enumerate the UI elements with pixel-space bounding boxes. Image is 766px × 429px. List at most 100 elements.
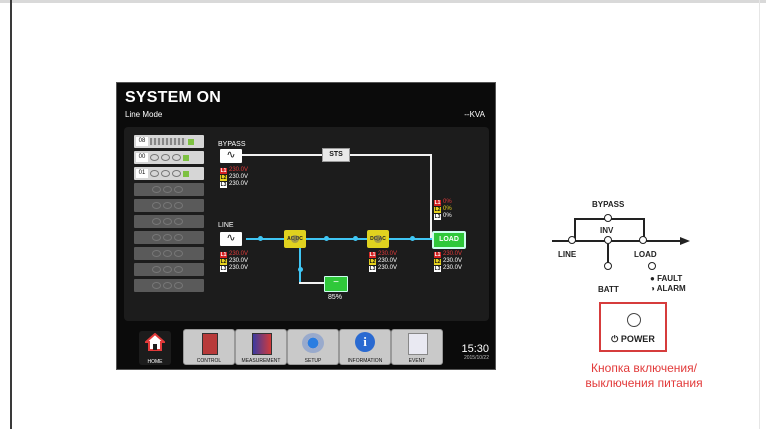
flow-dot	[353, 236, 358, 241]
flow-dot	[324, 236, 329, 241]
mimic-panel: 08 00 01 BYPASS ∿ STS L1 230.0V L2 230.0V …	[124, 127, 489, 321]
voltage-value: 230.0V	[229, 181, 249, 187]
information-button[interactable]: i INFORMATION	[339, 329, 391, 365]
alarm-text: ALARM	[656, 284, 686, 293]
rectifier-icon[interactable]: AC|DC	[284, 230, 306, 248]
voltage-value: 230.0V	[378, 258, 398, 264]
module-row[interactable]	[134, 279, 204, 292]
module-fan-icon	[172, 154, 181, 161]
setup-button[interactable]: SETUP	[287, 329, 339, 365]
load-button[interactable]: LOAD	[432, 231, 466, 249]
power-label: ⏻ POWER	[601, 334, 665, 345]
control-button[interactable]: CONTROL	[183, 329, 235, 365]
module-row[interactable]	[134, 231, 204, 244]
window-left-border	[10, 0, 12, 429]
power-icon: ⏻	[611, 334, 619, 344]
measurement-button[interactable]: MEASUREMENT	[235, 329, 287, 365]
module-fan-icon	[174, 250, 183, 257]
clock-time: 15:30	[461, 343, 489, 355]
phase-tag: L1	[220, 167, 227, 174]
bypass-indicator-label: BYPASS	[592, 200, 625, 209]
home-button[interactable]: HOME	[139, 331, 171, 365]
sts-button[interactable]: STS	[322, 148, 350, 162]
phase-tag: L2	[434, 258, 441, 265]
clock-date: 2015/10/22	[463, 355, 489, 361]
module-fan-icon	[174, 282, 183, 289]
voltage-value: 230.0V	[378, 251, 398, 257]
phase-tag: L1	[220, 251, 227, 258]
module-id: 08	[136, 137, 148, 146]
batt-led	[604, 262, 612, 270]
bypass-label: BYPASS	[218, 141, 246, 148]
load-percents: L1 0% L2 0% L3 0%	[434, 199, 452, 220]
module-fan-icon	[163, 202, 172, 209]
module-fan-icon	[174, 266, 183, 273]
module-fan-icon	[163, 266, 172, 273]
battery-percent: 85%	[328, 294, 343, 301]
phase-tag: L1	[434, 251, 441, 258]
module-fan-icon	[152, 282, 161, 289]
module-fan-icon	[174, 218, 183, 225]
phase-tag: L1	[369, 251, 376, 258]
fault-indicator-label: ● FAULT	[650, 274, 683, 283]
load-voltages: L1 230.0V L2 230.0V L3 230.0V	[434, 251, 462, 272]
phase-tag: L3	[220, 181, 227, 188]
module-row[interactable]: 00	[134, 151, 204, 164]
info-icon: i	[355, 332, 375, 352]
phase-tag: L2	[220, 174, 227, 181]
alarm-indicator-label: ◑ ALARM	[650, 284, 686, 293]
module-row[interactable]	[134, 247, 204, 260]
voltage-value: 230.0V	[229, 251, 249, 257]
inv-led	[604, 236, 612, 244]
phase-tag: L2	[434, 206, 441, 213]
module-row[interactable]	[134, 199, 204, 212]
bypass-wave-icon[interactable]: ∿	[220, 149, 242, 163]
module-fan-icon	[174, 234, 183, 241]
module-fan-icon	[163, 218, 172, 225]
voltage-value: 230.0V	[378, 265, 398, 271]
module-status-icon	[183, 154, 189, 161]
module-fan-icon	[152, 250, 161, 257]
line-wave-icon[interactable]: ∿	[220, 232, 242, 246]
voltage-value: 230.0V	[229, 265, 249, 271]
phase-tag: L3	[220, 265, 227, 272]
module-row[interactable]	[134, 183, 204, 196]
inv-indicator-label: INV	[600, 226, 614, 235]
module-status-icon	[188, 138, 194, 145]
voltage-value: 230.0V	[443, 265, 463, 271]
event-log-icon	[408, 333, 428, 355]
information-label: INFORMATION	[347, 358, 383, 364]
front-panel-diagram: BYPASS INV LINE LOAD BATT ● FAULT ◑ ALAR…	[546, 192, 716, 302]
power-button-highlight[interactable]: ⏻ POWER	[599, 302, 667, 352]
module-fan-icon	[161, 170, 170, 177]
module-fan-icon	[150, 154, 159, 161]
battery-icon[interactable]: −	[324, 276, 348, 292]
line-led	[568, 236, 576, 244]
main-path-wire	[246, 238, 434, 240]
setup-label: SETUP	[304, 358, 322, 364]
control-icon	[202, 333, 218, 355]
module-fan-icon	[161, 154, 170, 161]
line-indicator-label: LINE	[558, 250, 577, 259]
module-fan-icon	[174, 202, 183, 209]
flow-dot	[298, 267, 303, 272]
bypass-led	[604, 214, 612, 222]
voltage-value: 230.0V	[229, 258, 249, 264]
phase-tag: L1	[434, 199, 441, 206]
module-status-icon	[183, 170, 189, 177]
module-row[interactable]: 08	[134, 135, 204, 148]
module-row[interactable]	[134, 215, 204, 228]
module-row[interactable]	[134, 263, 204, 276]
kva-readout: --KVA	[464, 110, 485, 119]
inverter-voltages: L1 230.0V L2 230.0V L3 230.0V	[369, 251, 397, 272]
line-label: LINE	[218, 222, 234, 229]
event-button[interactable]: EVENT	[391, 329, 443, 365]
batt-indicator-label: BATT	[598, 285, 619, 294]
module-row[interactable]: 01	[134, 167, 204, 180]
load-percent: 0%	[443, 213, 452, 219]
home-icon	[145, 333, 165, 351]
power-button[interactable]	[627, 313, 641, 327]
inverter-icon[interactable]: DC|AC	[367, 230, 389, 248]
window-right-border	[759, 0, 760, 429]
load-percent: 0%	[443, 199, 452, 205]
